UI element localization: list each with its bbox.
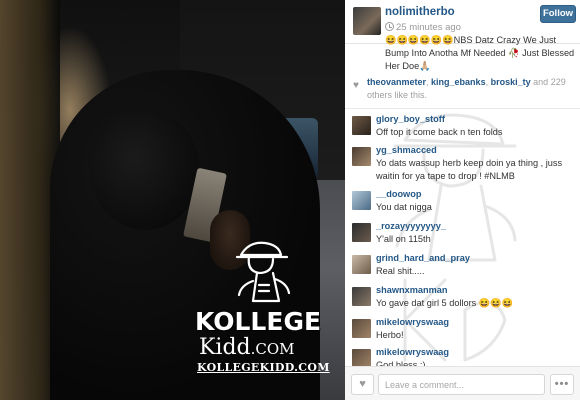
comment-text: You dat nigga xyxy=(376,202,432,212)
clock-icon xyxy=(385,22,394,31)
commenter-username[interactable]: glory_boy_stoff xyxy=(376,114,445,124)
comment-text: Real shit..... xyxy=(376,266,425,276)
commenter-avatar[interactable] xyxy=(352,147,371,166)
comment-text: Yo dats wassup herb keep doin ya thing ,… xyxy=(376,158,563,181)
photo-person-head xyxy=(90,110,200,230)
comment-item: shawnxmanman Yo gave dat girl 5 dollors … xyxy=(352,285,577,315)
commenter-username[interactable]: shawnxmanman xyxy=(376,285,447,295)
author-username[interactable]: nolimitherbo xyxy=(385,6,455,18)
likes-heart-icon: ♥ xyxy=(353,80,359,91)
commenter-avatar[interactable] xyxy=(352,191,371,210)
watermark-kidd: Kidd xyxy=(199,335,251,360)
comment-text: Yo gave dat girl 5 dollors 😆😆😆 xyxy=(376,298,514,308)
likes-summary: ♥ theovanmeter, king_ebanks, broski_ty a… xyxy=(345,70,580,109)
like-button[interactable]: ♥ xyxy=(351,374,374,395)
comment-item: mikelowryswaag Herbo! xyxy=(352,317,577,347)
comment-item: _rozayyyyyyyy_ Y'all on 115th xyxy=(352,221,577,251)
post-caption: 😆😆😆😆😆😆NBS Datz Crazy We Just Bump Into A… xyxy=(385,35,575,71)
follow-button[interactable]: Follow xyxy=(540,5,576,23)
comment-input[interactable] xyxy=(378,374,545,395)
watermark-com: .COM xyxy=(250,340,295,358)
likes-suffix: others like this. xyxy=(367,90,428,100)
commenter-username[interactable]: __doowop xyxy=(376,189,421,199)
comment-text: Off top it come back n ten folds xyxy=(376,127,503,137)
comment-composer: ♥ ••• xyxy=(345,366,580,400)
post-photo[interactable]: KOLLEGE Kidd.COM KOLLEGEKIDD.COM xyxy=(0,0,345,400)
commenter-username[interactable]: mikelowryswaag xyxy=(376,347,449,357)
comment-text: Y'all on 115th xyxy=(376,234,431,244)
comment-item: __doowop You dat nigga xyxy=(352,189,577,219)
commenter-username[interactable]: grind_hard_and_pray xyxy=(376,253,470,263)
comment-text: Herbo! xyxy=(376,330,404,340)
commenter-username[interactable]: _rozayyyyyyyy_ xyxy=(376,221,446,231)
comment-item: yg_shmacced Yo dats wassup herb keep doi… xyxy=(352,145,577,181)
commenter-avatar[interactable] xyxy=(352,319,371,338)
author-avatar[interactable] xyxy=(353,7,381,35)
liker-link[interactable]: theovanmeter xyxy=(367,77,426,87)
watermark-kidd-text: Kidd.COM xyxy=(199,335,339,360)
commenter-avatar[interactable] xyxy=(352,116,371,135)
post-sidebar: nolimitherbo 25 minutes ago Follow 😆😆😆😆😆… xyxy=(345,0,580,400)
liker-link[interactable]: broski_ty xyxy=(491,77,531,87)
commenter-avatar[interactable] xyxy=(352,223,371,242)
commenter-avatar[interactable] xyxy=(352,255,371,274)
commenter-username[interactable]: yg_shmacced xyxy=(376,145,437,155)
liker-link[interactable]: king_ebanks xyxy=(431,77,486,87)
watermark-mascot-icon xyxy=(235,241,291,303)
comment-item: glory_boy_stoff Off top it come back n t… xyxy=(352,114,577,144)
more-options-button[interactable]: ••• xyxy=(550,374,574,395)
heart-icon: ♥ xyxy=(359,378,366,390)
commenter-username[interactable]: mikelowryswaag xyxy=(376,317,449,327)
comment-item: grind_hard_and_pray Real shit..... xyxy=(352,253,577,283)
watermark-url: KOLLEGEKIDD.COM xyxy=(197,361,330,374)
likes-count[interactable]: 229 xyxy=(551,77,566,87)
commenter-avatar[interactable] xyxy=(352,287,371,306)
post-timestamp[interactable]: 25 minutes ago xyxy=(396,22,461,33)
more-icon: ••• xyxy=(554,378,570,390)
likes-connector: and xyxy=(533,77,549,87)
watermark-kollege-text: KOLLEGE xyxy=(195,307,322,336)
